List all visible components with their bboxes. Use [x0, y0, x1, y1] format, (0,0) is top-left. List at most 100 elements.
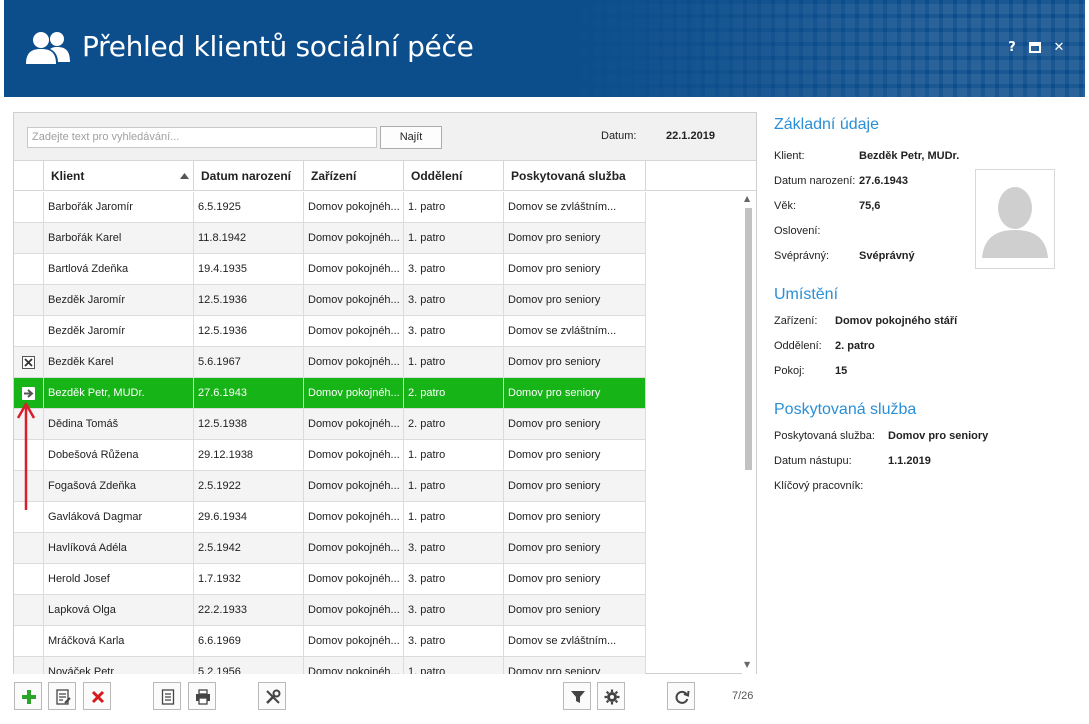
settings-icon [604, 689, 620, 705]
scroll-down-icon[interactable]: ▼ [744, 660, 750, 669]
field-value-room: 15 [835, 365, 848, 377]
field-label-client: Klient: [774, 150, 805, 162]
sort-asc-icon [180, 173, 189, 179]
cell-birthdate: 12.5.1936 [194, 316, 304, 347]
section-heading-placement: Umístění [774, 286, 839, 303]
table-row[interactable]: Barbořák Karel 11.8.1942 Domov pokojnéh...… [14, 223, 646, 254]
row-indicator-cell[interactable] [14, 285, 44, 316]
cell-facility: Domov pokojnéh... [304, 564, 404, 595]
table-row[interactable]: Lapková Olga 22.2.1933 Domov pokojnéh... 3.… [14, 595, 646, 626]
table-row[interactable]: Barbořák Jaromír 6.5.1925 Domov pokojnéh..… [14, 192, 646, 223]
row-indicator-cell[interactable] [14, 192, 44, 223]
table-row[interactable]: Herold Josef 1.7.1932 Domov pokojnéh... 3. … [14, 564, 646, 595]
help-icon[interactable]: ? [1004, 40, 1020, 56]
print-icon [196, 689, 210, 705]
table-row[interactable]: Bartlová Zdeňka 19.4.1935 Domov pokojnéh..… [14, 254, 646, 285]
row-indicator-cell[interactable] [14, 347, 44, 378]
table-row[interactable]: Bezděk Jaromír 12.5.1936 Domov pokojnéh...… [14, 316, 646, 347]
field-label-room: Pokoj: [774, 365, 805, 377]
filter-button[interactable] [563, 682, 591, 710]
cell-service: Domov pro seniory [504, 657, 646, 674]
cell-client: Fogašová Zdeňka [44, 471, 194, 502]
cell-client: Barbořák Jaromír [44, 192, 194, 223]
users-icon [26, 32, 70, 64]
refresh-button[interactable] [667, 682, 695, 710]
table-row[interactable]: Bezděk Petr, MUDr. 27.6.1943 Domov pokojné… [14, 378, 646, 409]
cell-department: 3. patro [404, 285, 504, 316]
cell-facility: Domov pokojnéh... [304, 440, 404, 471]
field-value-birthdate: 27.6.1943 [859, 175, 908, 187]
window-title: Přehled klientů sociální péče [82, 30, 474, 63]
indicator-column-header [14, 161, 44, 191]
cell-birthdate: 27.6.1943 [194, 378, 304, 409]
column-header-label: Klient [51, 169, 85, 183]
cell-client: Bezděk Karel [44, 347, 194, 378]
row-indicator-cell[interactable] [14, 254, 44, 285]
cell-birthdate: 2.5.1922 [194, 471, 304, 502]
column-header-department[interactable]: Oddělení [404, 161, 504, 191]
row-indicator-cell[interactable] [14, 657, 44, 674]
table-row[interactable]: Mráčková Karla 6.6.1969 Domov pokojnéh... 3… [14, 626, 646, 657]
table-row[interactable]: Bezděk Karel 5.6.1967 Domov pokojnéh... 1. … [14, 347, 646, 378]
column-header-facility[interactable]: Zařízení [304, 161, 404, 191]
report-button[interactable] [153, 682, 181, 710]
vertical-scrollbar[interactable]: ▲ ▼ [742, 192, 756, 674]
field-label-legal-capacity: Svéprávný: [774, 250, 830, 262]
close-icon[interactable]: ✕ [1051, 40, 1067, 56]
column-header-client[interactable]: Klient [44, 161, 194, 191]
cell-service: Domov pro seniory [504, 254, 646, 285]
cell-birthdate: 2.5.1942 [194, 533, 304, 564]
cell-facility: Domov pokojnéh... [304, 657, 404, 674]
add-button[interactable] [14, 682, 42, 710]
cell-department: 3. patro [404, 254, 504, 285]
table-row[interactable]: Nováček Petr 5.2.1956 Domov pokojnéh... 1. … [14, 657, 646, 674]
scroll-up-icon[interactable]: ▲ [744, 194, 750, 203]
cell-department: 3. patro [404, 564, 504, 595]
cell-facility: Domov pokojnéh... [304, 378, 404, 409]
cell-service: Domov pro seniory [504, 502, 646, 533]
settings-button[interactable] [597, 682, 625, 710]
cell-client: Dobešová Růžena [44, 440, 194, 471]
cell-client: Gavláková Dagmar [44, 502, 194, 533]
row-indicator-cell[interactable] [14, 595, 44, 626]
scroll-thumb[interactable] [745, 208, 752, 470]
cell-service: Domov se zvláštním... [504, 316, 646, 347]
maximize-icon[interactable] [1027, 40, 1043, 56]
date-label: Datum: [601, 130, 637, 142]
table-row[interactable]: Fogašová Zdeňka 2.5.1922 Domov pokojnéh...… [14, 471, 646, 502]
table-row[interactable]: Dobešová Růžena 29.12.1938 Domov pokojnéh.… [14, 440, 646, 471]
delete-icon [91, 690, 105, 704]
column-header-service[interactable]: Poskytovaná služba [504, 161, 646, 191]
cell-facility: Domov pokojnéh... [304, 502, 404, 533]
tools-button[interactable] [258, 682, 286, 710]
row-indicator-cell[interactable] [14, 223, 44, 254]
edit-button[interactable] [48, 682, 76, 710]
row-indicator-cell[interactable] [14, 626, 44, 657]
print-button[interactable] [188, 682, 216, 710]
table-row[interactable]: Bezděk Jaromír 12.5.1936 Domov pokojnéh...… [14, 285, 646, 316]
cell-department: 1. patro [404, 502, 504, 533]
cell-facility: Domov pokojnéh... [304, 192, 404, 223]
tools-icon [266, 689, 281, 704]
record-pager: 7/26 [732, 690, 754, 702]
table-row[interactable]: Dědina Tomáš 12.5.1938 Domov pokojnéh... 2.… [14, 409, 646, 440]
cell-birthdate: 29.12.1938 [194, 440, 304, 471]
cell-client: Bezděk Jaromír [44, 285, 194, 316]
edit-icon [56, 689, 71, 705]
field-label-department: Oddělení: [774, 340, 822, 352]
row-indicator-cell[interactable] [14, 316, 44, 347]
row-indicator-cell[interactable] [14, 564, 44, 595]
column-header-birthdate[interactable]: Datum narození [194, 161, 304, 191]
cell-service: Domov pro seniory [504, 564, 646, 595]
search-button[interactable]: Najít [380, 126, 442, 149]
cell-client: Herold Josef [44, 564, 194, 595]
cell-department: 1. patro [404, 347, 504, 378]
cell-facility: Domov pokojnéh... [304, 533, 404, 564]
search-input[interactable]: Zadejte text pro vyhledávání... [27, 127, 377, 148]
delete-button[interactable] [83, 682, 111, 710]
table-row[interactable]: Gavláková Dagmar 29.6.1934 Domov pokojnéh.… [14, 502, 646, 533]
cell-birthdate: 5.2.1956 [194, 657, 304, 674]
row-indicator-cell[interactable] [14, 533, 44, 564]
current-row-arrow-icon [22, 387, 35, 400]
table-row[interactable]: Havlíková Adéla 2.5.1942 Domov pokojnéh...… [14, 533, 646, 564]
